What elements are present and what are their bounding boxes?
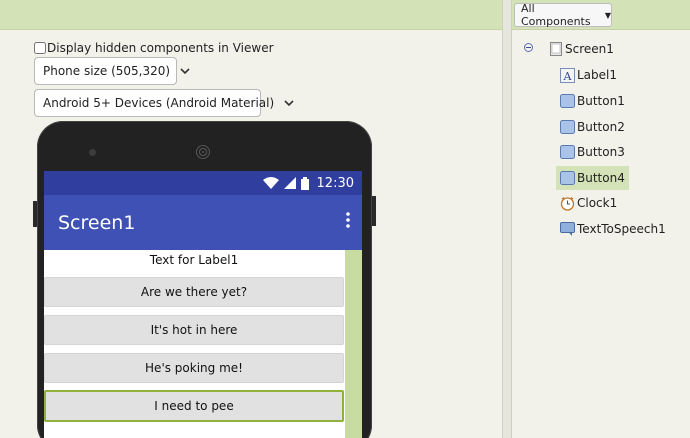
label-icon: A bbox=[560, 67, 575, 83]
tree-item-screen1[interactable]: Screen1 bbox=[548, 39, 618, 59]
button-icon bbox=[560, 94, 575, 109]
display-hidden-checkbox-input[interactable] bbox=[34, 42, 46, 54]
tree-item-label: Button3 bbox=[577, 145, 625, 159]
display-hidden-label: Display hidden components in Viewer bbox=[47, 41, 274, 55]
screen-title: Screen1 bbox=[58, 211, 136, 234]
collapse-toggle-icon[interactable] bbox=[524, 43, 533, 52]
power-button bbox=[372, 196, 376, 226]
tree-item-label: Clock1 bbox=[577, 196, 618, 210]
display-hidden-checkbox[interactable]: Display hidden components in Viewer bbox=[34, 41, 274, 55]
tree-item-label: TextToSpeech1 bbox=[577, 222, 666, 236]
theme-select[interactable]: Android 5+ Devices (Android Material) bbox=[34, 89, 294, 117]
panel-divider[interactable] bbox=[502, 0, 512, 438]
tree-item-label: Button2 bbox=[577, 120, 625, 134]
app-bar: Screen1 bbox=[44, 195, 362, 250]
theme-value: Android 5+ Devices (Android Material) bbox=[43, 96, 275, 110]
svg-text:A: A bbox=[563, 70, 573, 83]
screen-scrollbar[interactable] bbox=[345, 250, 362, 438]
button1[interactable]: Are we there yet? bbox=[44, 277, 344, 307]
button-icon bbox=[560, 145, 575, 160]
wifi-icon bbox=[262, 177, 279, 189]
tree-item-texttospeech1[interactable]: TextToSpeech1 bbox=[560, 219, 670, 239]
screen-content: Text for Label1 Are we there yet? It's h… bbox=[44, 250, 362, 438]
speaker-icon bbox=[195, 145, 211, 159]
tree-item-button3[interactable]: Button3 bbox=[560, 142, 629, 162]
tree-item-clock1[interactable]: Clock1 bbox=[560, 193, 621, 213]
viewer-toolbar bbox=[0, 0, 502, 30]
tree-item-label: Button4 bbox=[577, 171, 625, 185]
button-icon bbox=[560, 120, 575, 135]
camera-icon bbox=[89, 149, 96, 156]
tree-item-button4[interactable]: Button4 bbox=[556, 166, 629, 190]
battery-icon bbox=[300, 176, 309, 190]
button3[interactable]: He's poking me! bbox=[44, 353, 344, 383]
tree-item-label1[interactable]: A Label1 bbox=[560, 65, 621, 85]
volume-button bbox=[33, 201, 37, 227]
phone-size-select[interactable]: Phone size (505,320) bbox=[34, 57, 190, 85]
status-time: 12:30 bbox=[316, 175, 354, 191]
tree-item-button1[interactable]: Button1 bbox=[560, 91, 629, 111]
phone-size-value: Phone size (505,320) bbox=[43, 64, 171, 78]
status-bar: 12:30 bbox=[44, 171, 362, 195]
caret-down-icon: ▼ bbox=[604, 10, 611, 20]
tree-item-label: Button1 bbox=[577, 94, 625, 108]
all-components-label: All Components bbox=[521, 2, 591, 28]
button-icon bbox=[560, 171, 575, 186]
button2[interactable]: It's hot in here bbox=[44, 315, 344, 345]
chevron-down-icon bbox=[284, 97, 294, 110]
tree-item-label: Screen1 bbox=[565, 42, 614, 56]
overflow-menu-icon[interactable] bbox=[346, 211, 350, 233]
label1[interactable]: Text for Label1 bbox=[44, 253, 344, 267]
button4[interactable]: I need to pee bbox=[44, 390, 344, 422]
phone-screen: 12:30 Screen1 Text for Label1 Are we the… bbox=[44, 171, 362, 438]
chevron-down-icon bbox=[180, 65, 190, 78]
tree-item-button2[interactable]: Button2 bbox=[560, 117, 629, 137]
all-components-dropdown[interactable]: All Components ▼ bbox=[514, 2, 612, 28]
signal-icon bbox=[283, 177, 296, 189]
speech-icon bbox=[560, 221, 575, 237]
screen-icon bbox=[548, 42, 563, 57]
phone-frame: 12:30 Screen1 Text for Label1 Are we the… bbox=[33, 121, 376, 438]
clock-icon bbox=[560, 196, 575, 211]
tree-item-label: Label1 bbox=[577, 68, 618, 82]
